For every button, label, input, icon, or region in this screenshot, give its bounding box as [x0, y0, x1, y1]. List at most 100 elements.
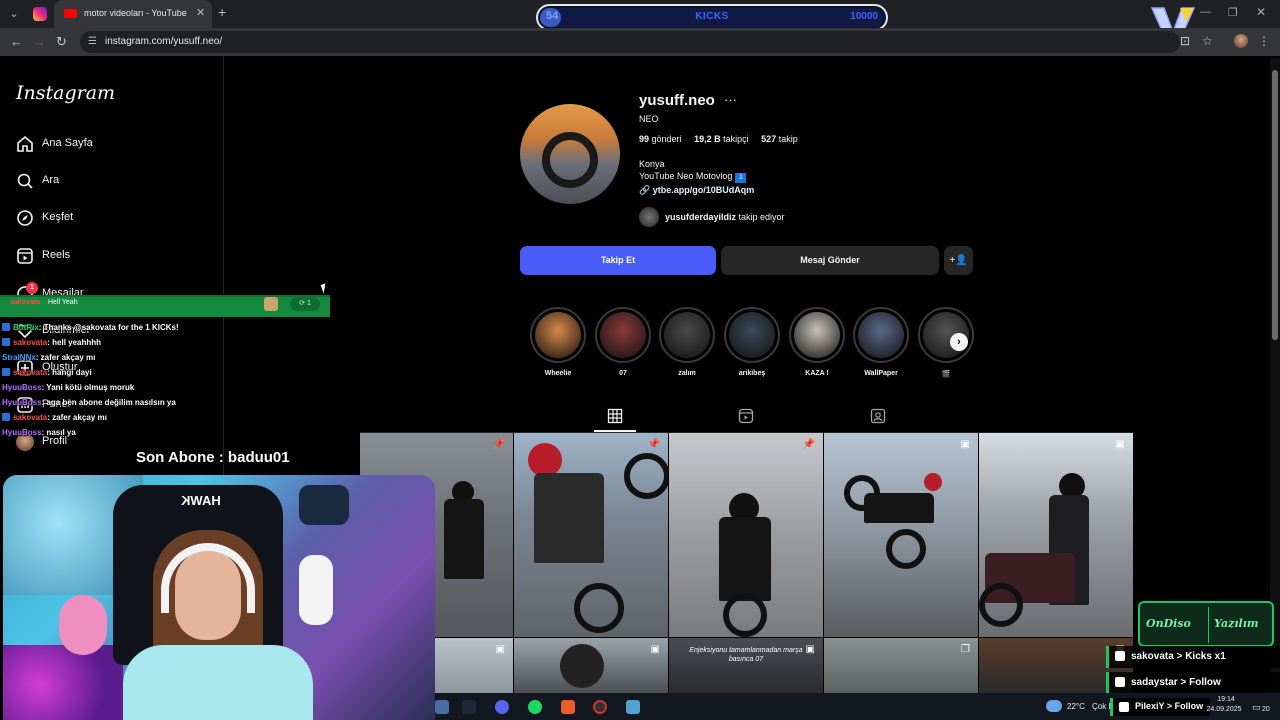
close-window-icon[interactable]: ✕ — [1256, 5, 1266, 19]
post-thumbnail[interactable]: 📌 — [514, 433, 668, 637]
more-options-icon[interactable]: ··· — [724, 92, 737, 107]
highlight-item[interactable]: arikibeş — [722, 307, 782, 382]
reels-tab-icon[interactable] — [738, 408, 754, 424]
minimize-icon[interactable]: — — [1200, 6, 1211, 18]
browser-profile-avatar[interactable] — [1234, 34, 1248, 48]
forward-icon[interactable]: → — [33, 34, 46, 49]
post-thumbnail[interactable]: ▣ — [979, 433, 1133, 637]
kick-icon — [2, 368, 10, 376]
highlight-item[interactable]: 07 — [593, 307, 653, 382]
brand-right: Yazılım — [1214, 617, 1259, 630]
site-info-icon[interactable]: ☰ — [88, 36, 97, 47]
highlights-next-button[interactable]: › — [950, 333, 968, 351]
suggest-user-button[interactable]: +👤 — [944, 246, 973, 275]
sidebar-item-label: Ana Sayfa — [42, 137, 93, 149]
webcam-plush — [59, 595, 107, 655]
window-app-icon[interactable] — [626, 700, 640, 714]
chat-message: HyuuBoss: Yani kötü olmuş moruk — [2, 383, 302, 397]
url-field[interactable]: ☰ instagram.com/yusuff.neo/ — [80, 31, 1180, 53]
grid-icon[interactable] — [607, 408, 623, 424]
page-scrollbar[interactable] — [1270, 58, 1280, 693]
chat-text: : aga ben abone değilim nasılsın ya — [41, 398, 176, 407]
bio-badge: 1 — [735, 173, 747, 183]
post-thumbnail[interactable]: ▣ — [435, 638, 513, 693]
bio-link[interactable]: 🔗 ytbe.app/go/10BUdAqm — [639, 185, 754, 196]
chat-user: HyuuBoss — [2, 428, 42, 437]
instagram-logo[interactable]: Instagram — [16, 82, 115, 104]
post-wheel — [574, 583, 624, 633]
compass-icon — [17, 210, 33, 226]
kick-icon — [1119, 702, 1129, 712]
highlight-item[interactable]: Wheelie — [528, 307, 588, 382]
reel-icon: ▣ — [650, 644, 660, 655]
youtube-tab[interactable]: motor videoları - YouTube ✕ — [54, 0, 212, 28]
chat-user: sakovata — [13, 413, 48, 422]
highlight-cover — [858, 312, 904, 358]
brand-divider — [1208, 607, 1209, 643]
profile-picture[interactable] — [520, 104, 620, 204]
reload-icon[interactable]: ↻ — [56, 34, 67, 50]
post-thumbnail[interactable]: ❐ — [824, 638, 978, 693]
post-rider — [560, 644, 604, 688]
maximize-icon[interactable]: ❐ — [1228, 6, 1238, 19]
followed-by-text: takip ediyor — [738, 212, 785, 222]
kicks-goal-bar: 54 KICKS 10000 — [536, 4, 888, 31]
posts-label: gönderi — [651, 134, 682, 144]
bio-link-text: ytbe.app/go/10BUdAqm — [652, 185, 755, 195]
message-button[interactable]: Mesaj Gönder — [721, 246, 939, 275]
obs-icon[interactable] — [593, 700, 607, 714]
scrollbar-thumb[interactable] — [1272, 70, 1278, 340]
webcam-neon — [3, 645, 123, 720]
address-bar: ← → ↻ ☰ instagram.com/yusuff.neo/ ⊡ ☆ ⋮ — [0, 28, 1280, 56]
file-explorer-icon[interactable] — [435, 700, 449, 714]
highlight-item[interactable]: KAZA ! — [787, 307, 847, 382]
follow-button[interactable]: Takip Et — [520, 246, 716, 275]
kicks-target: 10000 — [850, 11, 878, 22]
spotify-icon[interactable] — [528, 700, 542, 714]
post-thumbnail[interactable]: Enjeksiyonu tamamlanmadan marşa basınca … — [669, 638, 823, 693]
webcam-mask — [299, 485, 349, 525]
new-tab-button[interactable]: + — [218, 4, 226, 20]
post-thumbnail[interactable]: 📌 — [669, 433, 823, 637]
instagram-tab[interactable] — [30, 4, 50, 24]
discord-icon[interactable] — [495, 700, 509, 714]
highlight-ring — [789, 307, 845, 363]
post-thumbnail[interactable]: ▣ — [514, 638, 668, 693]
tagged-icon[interactable] — [870, 408, 886, 424]
highlight-item[interactable]: zalım — [657, 307, 717, 382]
tab-title: motor videoları - YouTube — [84, 8, 187, 18]
bookmark-star-icon[interactable]: ☆ — [1202, 34, 1213, 48]
following-label: takip — [778, 134, 798, 144]
close-tab-icon[interactable]: ✕ — [196, 6, 205, 19]
post-thumbnail[interactable]: ▣ — [824, 433, 978, 637]
app-icon[interactable] — [561, 700, 575, 714]
alert-user: sakovata — [10, 299, 40, 306]
followed-by[interactable]: yusufderdayildiz takip ediyor — [665, 212, 785, 222]
highlight-cover — [535, 312, 581, 358]
chat-text: : Yani kötü olmuş moruk — [41, 383, 135, 392]
weather-icon[interactable] — [1046, 700, 1062, 712]
install-app-icon[interactable]: ⊡ — [1180, 34, 1190, 48]
stat-following[interactable]: 527 takip — [761, 134, 798, 144]
chat-text: : nasıl ya — [41, 428, 76, 437]
chat-message: sakovata: hangi dayi — [2, 368, 302, 382]
sidebar-item-label: Reels — [42, 249, 71, 261]
weather-temp: 22°C — [1067, 702, 1085, 711]
browser-menu-icon[interactable]: ⋮ — [1258, 34, 1270, 48]
sidebar-item-label: Ara — [42, 174, 60, 186]
highlight-ring — [853, 307, 909, 363]
highlight-item[interactable]: WallPaper — [851, 307, 911, 382]
tab-search-button[interactable]: ⌄ — [4, 4, 24, 24]
instagram-favicon-icon — [33, 7, 47, 21]
home-icon — [17, 135, 33, 152]
kick-alert-bar: sakovata Hell Yeah ⟳ 1 — [0, 295, 330, 317]
ondiso-brand-box: OnDiso Yazılım — [1138, 601, 1274, 647]
back-icon[interactable]: ← — [10, 34, 23, 49]
stat-followers[interactable]: 19,2 B takipçi — [694, 134, 749, 144]
clock-date: 24.09.2025 — [1206, 706, 1242, 713]
profile-picture-bike — [542, 132, 598, 188]
steam-icon[interactable] — [462, 700, 476, 714]
stream-event: PilexiY > Follow — [1110, 698, 1210, 716]
microphone-icon — [299, 555, 333, 625]
notification-icon[interactable]: ▭ — [1252, 702, 1261, 713]
